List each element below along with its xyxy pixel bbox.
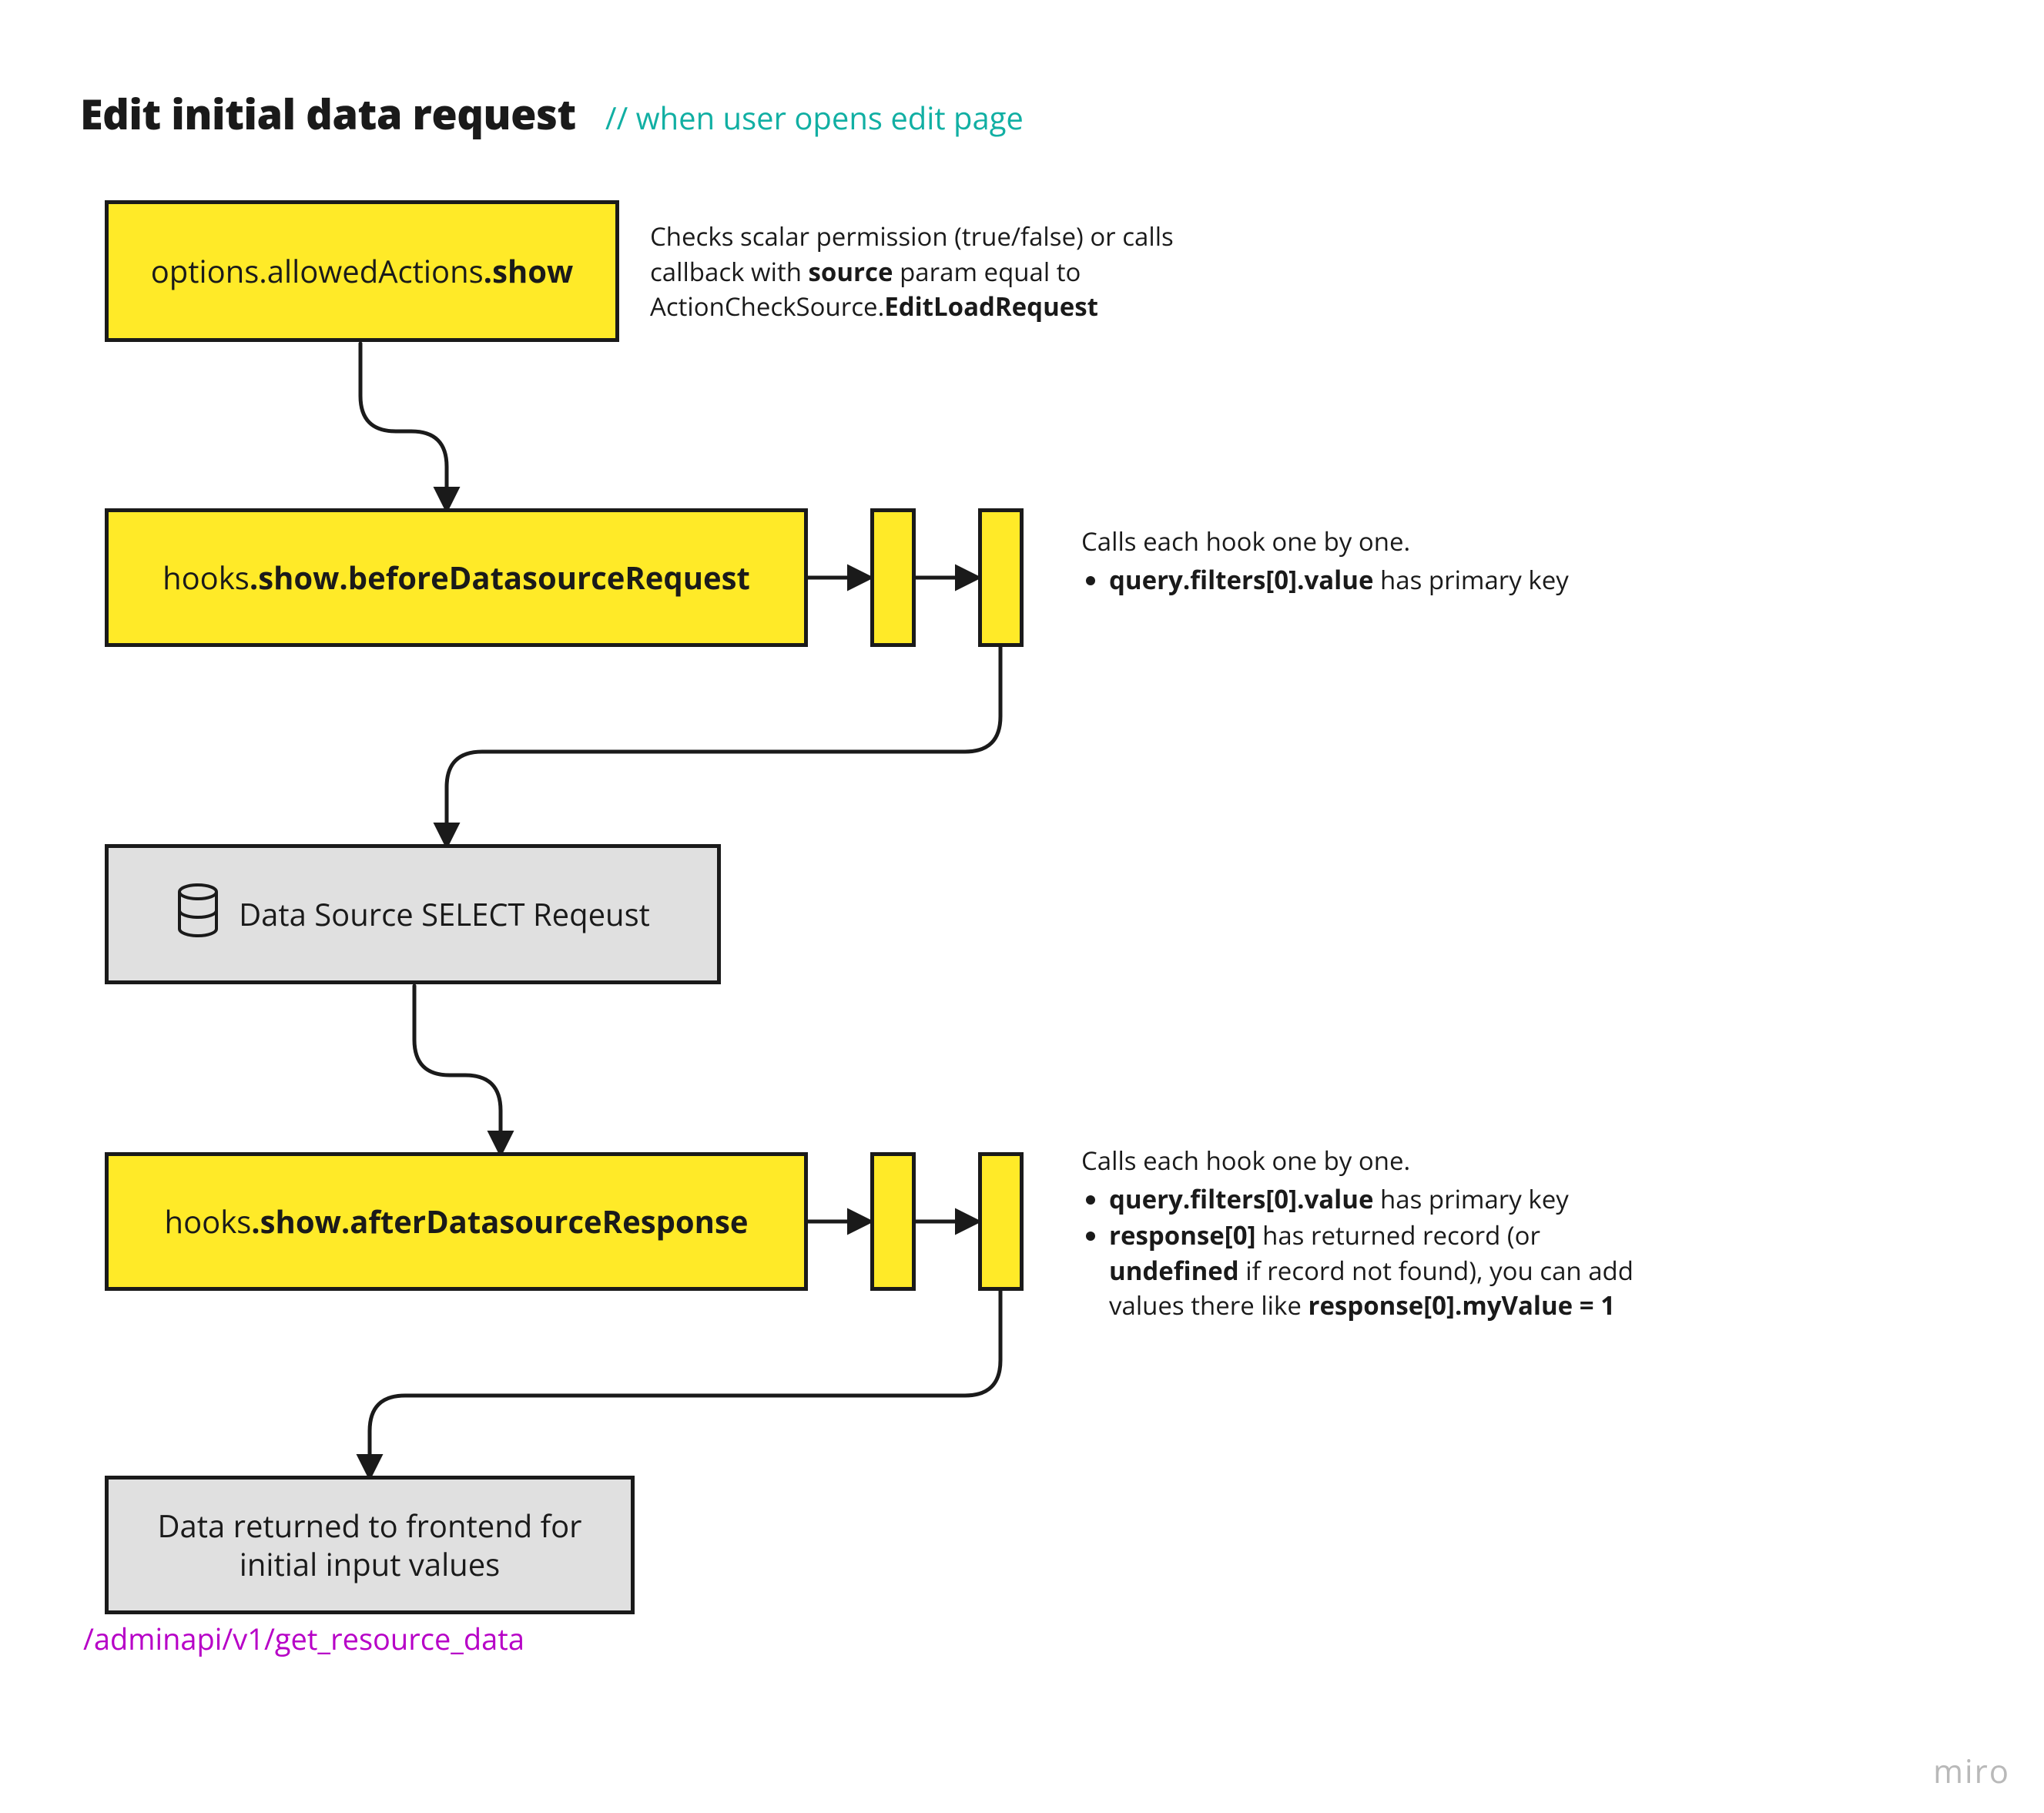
node-allowed-actions: options.allowedActions.show: [105, 200, 619, 342]
node-allowed-text-bold: .show: [484, 250, 574, 292]
node-after-pre: hooks: [165, 1200, 252, 1242]
node-after-bold: .show.afterDatasourceResponse: [251, 1200, 748, 1242]
node-before-hook: hooks.show.beforeDatasourceRequest: [105, 508, 808, 647]
page-subtitle: // when user opens edit page: [605, 96, 1024, 139]
after-hook-step-1: [870, 1152, 916, 1291]
note-permission: Checks scalar permission (true/false) or…: [650, 219, 1174, 324]
page-title: Edit initial data request: [80, 85, 576, 142]
node-returned: Data returned to frontend for initial in…: [105, 1476, 635, 1614]
node-allowed-text-pre: options.allowedActions: [151, 250, 484, 292]
before-hook-step-1: [870, 508, 916, 647]
before-hook-step-2: [978, 508, 1024, 647]
node-after-hook: hooks.show.afterDatasourceResponse: [105, 1152, 808, 1291]
after-hook-step-2: [978, 1152, 1024, 1291]
note-before-hook: Calls each hook one by one. query.filter…: [1081, 524, 1574, 597]
node-select-request: Data Source SELECT Reqeust: [105, 844, 721, 984]
database-icon: [176, 883, 220, 946]
node-before-bold: .show.beforeDatasourceRequest: [250, 556, 750, 598]
api-endpoint: /adminapi/v1/get_resource_data: [83, 1619, 524, 1659]
node-select-label: Data Source SELECT Reqeust: [239, 895, 650, 933]
miro-watermark: miro: [1933, 1749, 2010, 1793]
node-returned-label: Data returned to frontend for initial in…: [126, 1506, 614, 1583]
node-before-pre: hooks: [163, 556, 250, 598]
note-after-hook: Calls each hook one by one. query.filter…: [1081, 1143, 1636, 1323]
